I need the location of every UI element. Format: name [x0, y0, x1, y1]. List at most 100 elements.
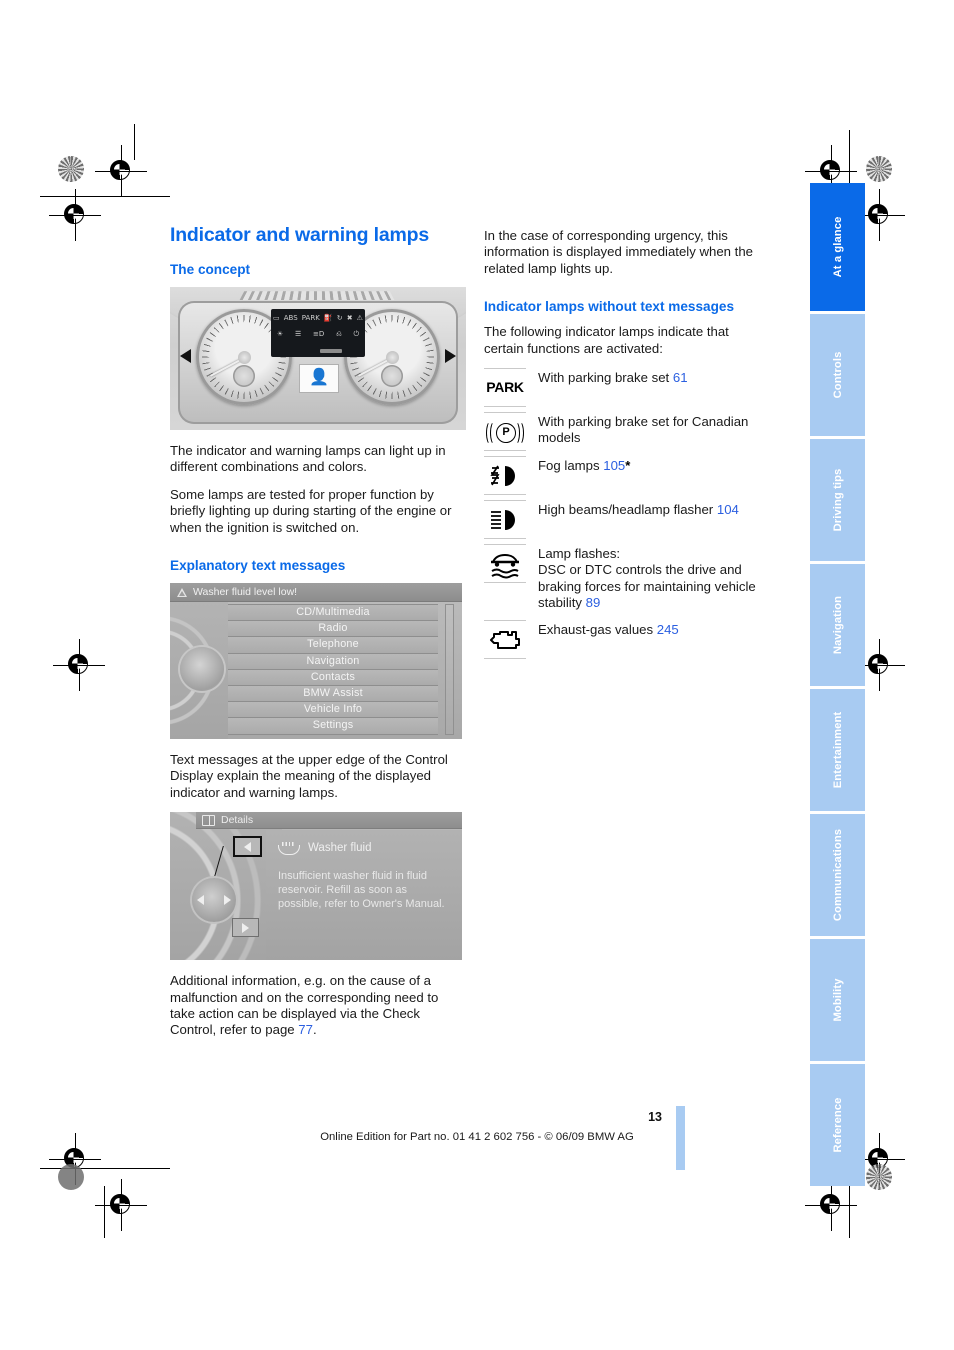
lamp-text: High beams/headlamp flasher [538, 502, 717, 518]
right-turn-arrow-icon [445, 349, 456, 363]
speedometer-hub [237, 350, 251, 364]
tachometer-hub [385, 350, 399, 364]
indicator-lamp-list: PARK With parking brake set 61 P With pa… [484, 368, 772, 660]
details-header-text: Details [221, 814, 254, 827]
lamp-label-exhaust-gas: Exhaust-gas values 245 [538, 620, 772, 638]
page-reference-104[interactable]: 104 [717, 502, 739, 517]
left-turn-arrow-icon [180, 349, 191, 363]
knob-left-arrow-icon [197, 895, 204, 906]
registration-dot-top-left [58, 156, 84, 182]
scroll-left-button[interactable] [233, 836, 262, 858]
right-text-column: In the case of corresponding urgency, th… [484, 228, 772, 664]
lamp-text: Fog lamps [538, 458, 604, 474]
tab-label: Navigation [831, 595, 844, 655]
tab-label: At a glance [831, 216, 844, 278]
menu-item: Telephone [228, 637, 438, 654]
lamp-row-parking-brake: PARK With parking brake set 61 [484, 368, 772, 408]
lamp-label-parking-brake-canadian: With parking brake set for Canadian mode… [538, 414, 749, 446]
menu-item: Navigation [228, 653, 438, 670]
sidebar-tab-driving-tips[interactable]: Driving tips [810, 439, 865, 561]
registration-mark-bottom-right-lower [805, 1179, 857, 1231]
page-reference-89[interactable]: 89 [586, 595, 601, 610]
lcd-glyph: ⎌ [336, 330, 342, 338]
crop-line-top-left-v [134, 124, 135, 160]
park-icon-text: PARK [486, 379, 524, 396]
tab-label: Communications [831, 828, 844, 922]
washer-fluid-icon [278, 841, 300, 855]
lamp-text: With parking brake set [538, 370, 673, 386]
parking-brake-canadian-icon: P [484, 412, 526, 452]
fog-lamp-icon [484, 456, 526, 496]
chapter-tab-strip: At a glance Controls Driving tips Naviga… [810, 183, 865, 1189]
registration-dot-bottom-right [866, 1164, 892, 1190]
asterisk-marker: * [625, 458, 631, 474]
crop-line-bottom-left-v [104, 1186, 105, 1238]
registration-mark-top-right-lower [853, 189, 905, 241]
heading-indicator-lamps-without-text-messages: Indicator lamps without text messages [484, 299, 735, 315]
lcd-glyph: ☰ [294, 330, 302, 338]
lamp-label-fog-lamps: Fog lamps 105* [538, 456, 772, 474]
lamp-row-dsc-dtc: Lamp flashes: DSC or DTC controls the dr… [484, 544, 772, 616]
dsc-dtc-svg [491, 553, 519, 579]
sidebar-tab-reference[interactable]: Reference [810, 1064, 865, 1186]
menu-item: Radio [228, 621, 438, 638]
heading-explanatory-text-messages: Explanatory text messages [170, 558, 346, 574]
check-engine-icon [484, 620, 526, 660]
scroll-right-button[interactable] [232, 918, 259, 938]
washer-bowl [278, 844, 300, 855]
check-engine-svg [490, 630, 520, 649]
fuel-subdial [233, 365, 255, 387]
lamp-text: Lamp flashes: DSC or DTC controls the dr… [538, 546, 756, 611]
lamp-label-high-beams: High beams/headlamp flasher 104 [538, 500, 772, 518]
seatbelt-warning-icon: 👤 [299, 364, 339, 393]
lcd-odometer-bar [319, 349, 342, 353]
paragraph-text-b: . [312, 1022, 317, 1038]
dsc-dtc-icon [484, 544, 526, 584]
high-beam-svg [491, 509, 515, 530]
lcd-glyph: ✖ [346, 314, 353, 322]
sidebar-tab-entertainment[interactable]: Entertainment [810, 689, 865, 811]
lcd-glyph: ☀ [276, 330, 284, 338]
tab-label: Entertainment [831, 711, 844, 789]
footer-edition-text: Online Edition for Part no. 01 41 2 602 … [320, 1131, 634, 1143]
lamp-row-parking-brake-canadian: P With parking brake set for Canadian mo… [484, 412, 772, 452]
cd-scrollbar [445, 604, 454, 736]
registration-mark-top-left [95, 145, 147, 197]
tab-label: Mobility [831, 978, 844, 1022]
details-controller-knob [192, 878, 236, 923]
page-reference-77[interactable]: 77 [298, 1022, 313, 1037]
explanatory-paragraph-2: Additional information, e.g. on the caus… [170, 973, 458, 1039]
fog-lamp-svg [490, 465, 515, 486]
details-header-bar: Details [196, 812, 462, 830]
page-number: 13 [648, 1110, 662, 1124]
warning-triangle-icon [176, 587, 187, 597]
sidebar-tab-communications[interactable]: Communications [810, 814, 865, 936]
lcd-glyph: ⛽ [323, 314, 333, 322]
page-reference-61[interactable]: 61 [673, 370, 688, 385]
lcd-glyph: ABS [283, 314, 298, 322]
sidebar-tab-mobility[interactable]: Mobility [810, 939, 865, 1061]
lamp-label-parking-brake: With parking brake set 61 [538, 368, 772, 386]
knob-right-arrow-icon [224, 895, 231, 906]
page-title: Indicator and warning lamps [170, 224, 429, 246]
page-reference-105[interactable]: 105 [603, 458, 625, 473]
lamp-row-fog-lamps: Fog lamps 105* [484, 456, 772, 496]
registration-mark-mid-left [53, 639, 105, 691]
registration-mark-mid-right [853, 639, 905, 691]
page-reference-245[interactable]: 245 [657, 622, 679, 637]
cd-status-text: Washer fluid level low! [193, 585, 298, 598]
menu-item: Settings [228, 718, 438, 735]
explanatory-paragraph-1: Text messages at the upper edge of the C… [170, 752, 448, 800]
sidebar-tab-controls[interactable]: Controls [810, 314, 865, 436]
lamp-row-high-beams: High beams/headlamp flasher 104 [484, 500, 772, 540]
menu-item: Contacts [228, 669, 438, 686]
manual-page: Indicator and warning lamps The concept [0, 0, 954, 1350]
lamp-label-dsc-dtc: Lamp flashes: DSC or DTC controls the dr… [538, 544, 772, 612]
lamp-text: Exhaust-gas values [538, 622, 657, 638]
high-beam-icon [484, 500, 526, 540]
left-text-column: Indicator and warning lamps The concept [170, 224, 466, 1039]
sidebar-tab-at-a-glance[interactable]: At a glance [810, 183, 865, 311]
cd-menu-list: CD/Multimedia Radio Telephone Navigation… [228, 604, 438, 739]
instrument-cluster-photo: ▭ ABS PARK ⛽ ↻ ✖ ⚠ ☀ ☰ ≡D ⎌ ⏻ 👤 [170, 287, 466, 430]
sidebar-tab-navigation[interactable]: Navigation [810, 564, 865, 686]
